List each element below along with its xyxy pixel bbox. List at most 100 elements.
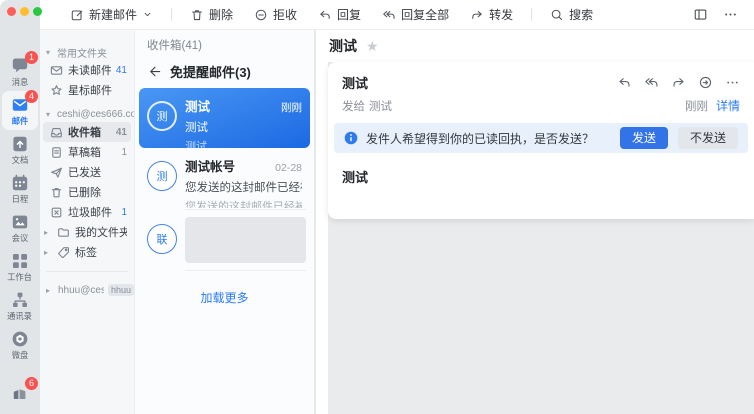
mail-title: 测试帐号 — [185, 156, 235, 175]
star-outline-icon — [50, 84, 63, 97]
draft-icon — [50, 146, 63, 159]
section-secondary-account[interactable]: ▸ hhuu@ces666... hhuu — [40, 280, 134, 300]
account-tag-badge: hhuu — [108, 284, 134, 296]
mail-badge: 4 — [25, 90, 38, 103]
to-value: 测试 — [369, 98, 392, 114]
message-title: 测试 — [329, 36, 357, 56]
unread-mail-icon — [50, 64, 63, 77]
mail-list-item[interactable]: 测 测试 刚刚 测试 测试 — [139, 88, 310, 148]
caret-down-icon: ▾ — [46, 48, 54, 57]
back-arrow-icon[interactable] — [147, 64, 162, 79]
avatar: 测 — [147, 101, 177, 131]
reply-button[interactable]: 回复 — [318, 6, 361, 23]
mail-icon: 4 — [10, 95, 30, 115]
back-row-label: 免提醒邮件(3) — [170, 62, 251, 81]
rail-item-calendar[interactable]: 日程 — [2, 169, 38, 208]
folder-starred[interactable]: 星标邮件 — [40, 80, 134, 100]
rail-item-messages[interactable]: 1 消息 — [2, 52, 38, 91]
rail-item-workspace[interactable]: 6 — [0, 382, 40, 402]
folder-tags[interactable]: ▸ 标签 — [40, 242, 134, 262]
workspace-badge: 6 — [25, 377, 38, 390]
document-icon — [10, 134, 30, 154]
rail-item-mail[interactable]: 4 邮件 — [2, 91, 38, 130]
drive-icon — [10, 329, 30, 349]
folder-inbox[interactable]: 收件箱 41 — [43, 122, 131, 142]
mail-subject: 测试 — [185, 119, 302, 135]
mail-list-item[interactable]: 联 — [139, 211, 310, 269]
back-row[interactable]: 免提醒邮件(3) — [147, 62, 314, 81]
list-divider — [185, 209, 306, 210]
delete-button[interactable]: 删除 — [190, 6, 233, 23]
rail-item-meeting[interactable]: 会议 — [2, 208, 38, 247]
grid-icon — [10, 251, 30, 271]
reject-button[interactable]: 拒收 — [254, 6, 297, 23]
zoom-window-button[interactable] — [33, 7, 42, 16]
send-receipt-button[interactable]: 发送 — [620, 127, 668, 149]
trash-icon — [190, 8, 204, 22]
minimize-window-button[interactable] — [20, 7, 29, 16]
folder-panel: ▾ 常用文件夹 未读邮件 41 星标邮件 ▾ ceshi@ces666.com … — [40, 30, 135, 414]
dont-send-receipt-button[interactable]: 不发送 — [678, 127, 738, 149]
reply-all-button[interactable]: 回复全部 — [382, 6, 449, 23]
unread-count: 41 — [116, 65, 127, 76]
load-more-link[interactable]: 加载更多 — [135, 289, 314, 306]
resend-icon[interactable] — [698, 75, 713, 90]
mail-subject: 您发送的这封邮件已经被打开。 — [185, 179, 302, 195]
sender-name: 测试 — [342, 73, 368, 92]
mail-preview: 测试 — [185, 138, 302, 148]
compose-icon — [70, 8, 84, 22]
info-icon — [344, 131, 358, 145]
close-window-button[interactable] — [7, 7, 16, 16]
rail-item-workbench[interactable]: 工作台 — [2, 247, 38, 286]
caret-right-icon: ▸ — [44, 228, 52, 237]
caret-down-icon: ▾ — [46, 110, 54, 119]
meeting-icon — [10, 212, 30, 232]
rail-item-contacts[interactable]: 通讯录 — [2, 286, 38, 325]
mail-list-panel: 收件箱(41) 免提醒邮件(3) 测 测试 刚刚 测试 测试 测 测试帐号 02… — [135, 30, 315, 414]
detail-link[interactable]: 详情 — [716, 97, 740, 114]
section-primary-account[interactable]: ▾ ceshi@ces666.com — [40, 106, 134, 122]
mail-title: 测试 — [185, 96, 210, 115]
avatar: 测 — [147, 161, 177, 191]
compose-button[interactable]: 新建邮件 — [70, 6, 153, 23]
message-body: 测试 — [342, 167, 740, 186]
window-controls — [7, 7, 42, 16]
mail-snippet-placeholder — [185, 217, 306, 263]
folder-deleted[interactable]: 已删除 — [40, 182, 134, 202]
star-toggle-icon[interactable]: ★ — [366, 39, 379, 53]
toolbar-divider — [171, 8, 172, 21]
folder-spam[interactable]: 垃圾邮件 1 — [40, 202, 134, 222]
search-button[interactable]: 搜索 — [550, 6, 593, 23]
mail-preview: 您发送的这封邮件已经被打开。 — [185, 198, 302, 208]
folder-icon — [57, 226, 70, 239]
messages-badge: 1 — [25, 51, 38, 64]
forward-icon[interactable] — [671, 75, 686, 90]
section-common-folders[interactable]: ▾ 常用文件夹 — [40, 44, 134, 60]
folder-drafts[interactable]: 草稿箱 1 — [40, 142, 134, 162]
folder-my-folders[interactable]: ▸ 我的文件夹 — [40, 222, 134, 242]
folder-sent[interactable]: 已发送 — [40, 162, 134, 182]
drafts-count: 1 — [121, 147, 127, 158]
caret-right-icon: ▸ — [44, 248, 52, 257]
more-actions-icon[interactable] — [725, 75, 740, 90]
workspace-icon: 6 — [10, 382, 30, 402]
spam-icon — [50, 206, 63, 219]
more-options-icon[interactable] — [723, 7, 738, 22]
mail-time: 02-28 — [269, 162, 302, 174]
rail-item-drive[interactable]: 微盘 — [2, 325, 38, 364]
read-receipt-banner: 发件人希望得到你的已读回执，是否发送？ 发送 不发送 — [334, 123, 748, 153]
forward-button[interactable]: 转发 — [470, 6, 513, 23]
message-card: 测试 发给 测试 刚刚 详情 发件人希望得到你的已读回执 — [328, 62, 754, 219]
paper-plane-icon — [50, 166, 63, 179]
mail-list-item[interactable]: 测 测试帐号 02-28 您发送的这封邮件已经被打开。 您发送的这封邮件已经被打… — [139, 148, 310, 208]
folder-unread[interactable]: 未读邮件 41 — [40, 60, 134, 80]
forward-icon — [470, 8, 484, 22]
reply-icon[interactable] — [617, 75, 632, 90]
chevron-down-icon — [142, 9, 153, 20]
rail-item-docs[interactable]: 文档 — [2, 130, 38, 169]
read-receipt-text: 发件人希望得到你的已读回执，是否发送？ — [366, 130, 612, 147]
caret-right-icon: ▸ — [46, 286, 54, 295]
layout-toggle-icon[interactable] — [693, 7, 708, 22]
avatar: 联 — [147, 224, 177, 254]
reply-all-icon[interactable] — [644, 75, 659, 90]
